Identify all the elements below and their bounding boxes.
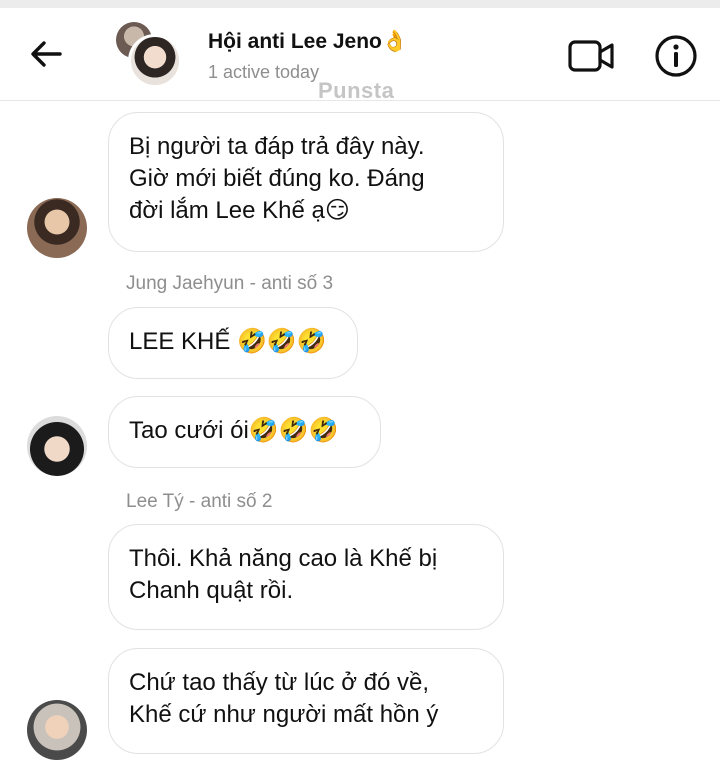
chat-header: Hội anti Lee Jeno👌 1 active today Punsta — [0, 8, 720, 103]
message-bubble[interactable]: Bị người ta đáp trả đây này. Giờ mới biế… — [108, 112, 504, 252]
message-bubble[interactable]: Thôi. Khả năng cao là Khế bị Chanh quật … — [108, 524, 504, 630]
sender-name: Lee Tý - anti số 2 — [126, 491, 273, 512]
back-button[interactable] — [24, 32, 68, 76]
arrow-left-icon — [31, 41, 62, 67]
message-bubble[interactable]: Tao cưới ói🤣🤣🤣 — [108, 396, 381, 468]
message-text: Tao cưới ói🤣🤣🤣 — [129, 417, 339, 444]
message-text-line: Thôi. Khả năng cao là Khế bị — [129, 545, 438, 572]
message-text-line: Giờ mới biết đúng ko. Đáng — [129, 165, 425, 192]
sender-avatar[interactable] — [27, 416, 87, 476]
message-text-line: Bị người ta đáp trả đây này. — [129, 133, 425, 160]
message-text-line: Chanh quật rồi. — [129, 577, 294, 604]
active-status: 1 active today — [208, 62, 320, 82]
avatar — [128, 34, 182, 88]
sender-avatar[interactable] — [27, 198, 87, 258]
message-text-line: Chứ tao thấy từ lúc ở đó về, — [129, 669, 430, 696]
message-text-line: Khế cứ như người mất hồn ý — [129, 701, 439, 728]
message-bubble[interactable]: Chứ tao thấy từ lúc ở đó về, Khế cứ như … — [108, 648, 504, 754]
status-strip — [0, 0, 720, 8]
info-button[interactable] — [654, 34, 698, 78]
video-call-icon — [568, 40, 614, 72]
chat-title[interactable]: Hội anti Lee Jeno👌 — [208, 30, 408, 54]
message-text-line: đời lắm Lee Khế ạ😏 — [129, 197, 350, 224]
message-text: LEE KHẾ 🤣🤣🤣 — [129, 328, 327, 355]
video-call-button[interactable] — [566, 36, 618, 76]
sender-name: Jung Jaehyun - anti số 3 — [126, 273, 334, 294]
sender-avatar[interactable] — [27, 700, 87, 760]
info-icon — [655, 35, 697, 77]
message-bubble[interactable]: LEE KHẾ 🤣🤣🤣 — [108, 307, 358, 379]
group-avatars[interactable] — [116, 22, 182, 88]
watermark: Punsta — [318, 78, 395, 103]
